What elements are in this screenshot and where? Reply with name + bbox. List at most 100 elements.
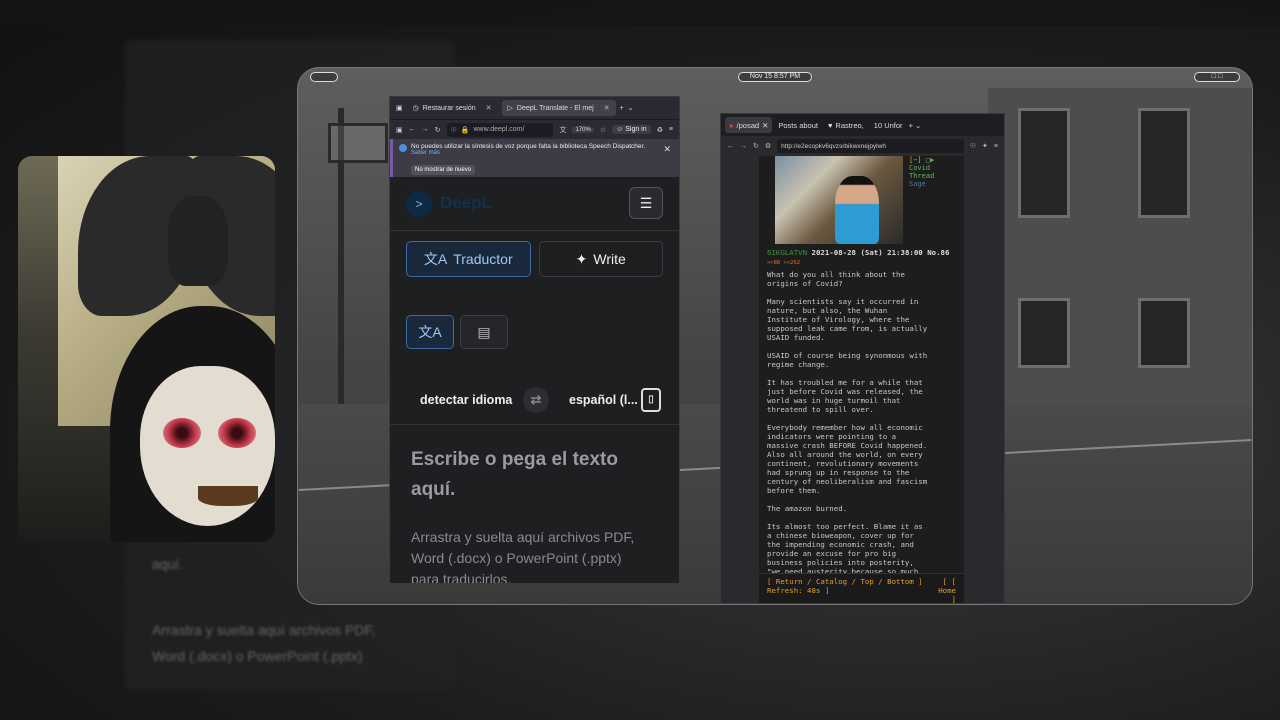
reload-icon[interactable]: ↻: [435, 126, 441, 134]
circuit-icon[interactable]: ⚙: [765, 142, 771, 150]
magic-wand-icon: ✦: [575, 250, 588, 267]
forward-icon[interactable]: →: [422, 126, 429, 133]
tab-favicon-icon: ♥: [827, 120, 833, 130]
sage-label: Sage: [909, 180, 926, 188]
deepl-browser-window: ▣ ◷ Restaurar sesión ✕ ▷ DeepL Translate…: [389, 96, 680, 584]
thread-title-line1: Covid: [909, 164, 931, 172]
activities-button[interactable]: [310, 72, 338, 82]
bookmark-icon[interactable]: ☆: [600, 126, 606, 134]
building-window: [1018, 298, 1070, 368]
tab-favicon-icon: ◷: [412, 105, 419, 112]
thread-footer: [ Return / Catalog / Top / Bottom ] Refr…: [759, 573, 964, 604]
poster-id[interactable]: 6IKGLATVN: [767, 248, 807, 257]
tab-10-unfor[interactable]: 10 Unfor: [870, 117, 907, 133]
sidebar-icon[interactable]: ▣: [396, 126, 403, 134]
tab-label: Posts about: [778, 120, 818, 130]
tab-list-icon[interactable]: ⌄: [628, 104, 634, 112]
post-backlinks[interactable]: >>88 >>262: [767, 260, 800, 266]
post-body: What do you all think about the origins …: [767, 270, 928, 576]
zoom-level[interactable]: 170%: [572, 126, 594, 133]
navigation-bar: ▣ ← → ↻ ☉ 🔒 www.deepl.com/ 文 170% ☆ ☺ Si…: [390, 119, 679, 139]
background-topbar: [0, 0, 1280, 26]
account-icon: ☺: [616, 126, 624, 133]
collapse-toggle[interactable]: [−]: [909, 156, 922, 164]
new-tab-icon[interactable]: +: [909, 121, 913, 130]
tab-overview-icon[interactable]: ▣: [396, 104, 403, 112]
translator-mode-button[interactable]: 文A Traductor: [406, 241, 531, 277]
background-text-1: Arrastra y suelta aquí archivos PDF,: [152, 622, 376, 638]
back-icon[interactable]: ←: [409, 126, 416, 133]
write-label: Write: [593, 251, 626, 267]
tor-url-text: http://e2ecopkv6qvzsrbikwxnejpylwh: [781, 142, 886, 150]
background-text-3: aquí.: [152, 556, 184, 572]
mode-switch: 文A Traductor ✦ Write: [390, 231, 679, 287]
shield-icon[interactable]: ☉: [970, 142, 976, 150]
post-date: 2021-08-28 (Sat) 21:38:00: [811, 248, 923, 257]
source-text-placeholder[interactable]: Escribe o pega el texto aquí.: [411, 445, 651, 505]
home-close-bracket: ]: [951, 595, 956, 604]
building: [988, 88, 1252, 428]
tab-rastreo[interactable]: ♥ Rastreo,: [824, 117, 868, 133]
tab-list-icon[interactable]: ⌄: [915, 121, 921, 130]
menu-icon[interactable]: ≡: [994, 143, 998, 150]
tab-label: /posad: [736, 120, 760, 130]
source-language-select[interactable]: detectar idioma: [420, 393, 512, 407]
sign-in-button[interactable]: ☺ Sign in: [612, 125, 651, 134]
reload-icon[interactable]: ↻: [753, 142, 759, 150]
system-tray[interactable]: □ □: [1194, 72, 1240, 82]
mask-eye-right: [218, 418, 256, 448]
translate-icon: 文A: [418, 324, 442, 340]
translator-label: Traductor: [453, 251, 513, 267]
tab-posad[interactable]: ● /posad ✕: [725, 117, 773, 133]
target-language-select[interactable]: español (l...: [569, 393, 638, 407]
tab-label: Restaurar sesión: [422, 104, 476, 112]
tab-restore-session[interactable]: ◷ Restaurar sesión ✕: [407, 100, 498, 116]
write-mode-button[interactable]: ✦ Write: [538, 241, 663, 277]
mask-mouth: [198, 486, 258, 506]
thread-sidebar: [−] □▶ Covid Thread Sage: [909, 156, 964, 188]
back-icon[interactable]: ←: [727, 143, 734, 150]
url-text: www.deepl.com/: [473, 126, 525, 133]
deepl-logo-icon[interactable]: >: [406, 191, 432, 217]
panel-toggle-icon[interactable]: ▯: [641, 387, 661, 412]
translate-icon[interactable]: 文: [559, 125, 566, 135]
home-link[interactable]: Home: [938, 586, 956, 595]
dont-show-again-button[interactable]: No mostrar de nuevo: [411, 165, 476, 175]
hoop-backboard: [328, 123, 388, 163]
deepl-brand[interactable]: DeepL: [440, 193, 492, 213]
forward-icon[interactable]: →: [740, 143, 747, 150]
close-notification-icon[interactable]: ✕: [663, 144, 671, 155]
cat-figure: [168, 196, 228, 286]
desktop-frame: Nov 15 8:57 PM □ □ ▣ ◷ Restaurar sesión …: [297, 67, 1253, 605]
clock[interactable]: Nov 15 8:57 PM: [738, 72, 812, 82]
new-tab-icon[interactable]: +: [620, 105, 624, 112]
menu-icon[interactable]: ≡: [669, 126, 673, 133]
home-link-group: [ [ Home ]: [938, 577, 956, 604]
text-translate-tab[interactable]: 文A: [406, 315, 454, 349]
tor-url-field[interactable]: http://e2ecopkv6qvzsrbikwxnejpylwh: [777, 139, 964, 153]
thread-nav-links[interactable]: [ Return / Catalog / Top / Bottom ]: [767, 577, 956, 586]
learn-more-link[interactable]: Saber más: [411, 150, 673, 156]
security-icon[interactable]: ✦: [982, 142, 988, 150]
hamburger-menu-button[interactable]: ☰: [629, 187, 663, 219]
close-tab-icon[interactable]: ✕: [762, 121, 768, 130]
url-field[interactable]: ☉ 🔒 www.deepl.com/: [446, 122, 554, 137]
swap-languages-icon[interactable]: ⇄: [523, 386, 549, 413]
sign-in-label: Sign in: [625, 126, 647, 133]
tor-browser-window: ● /posad ✕ Posts about ♥ Rastreo, 10 Unf…: [720, 113, 1005, 604]
extensions-icon[interactable]: ♻: [657, 126, 663, 134]
imageboard-thread: [−] □▶ Covid Thread Sage 6IKGLATVN 2021-…: [759, 156, 964, 604]
tab-favicon-icon: ▷: [507, 105, 513, 112]
thread-title-line2: Thread: [909, 172, 935, 180]
notification-text: No puedes utilizar la síntesis de voz po…: [411, 143, 646, 150]
tab-deepl[interactable]: ▷ DeepL Translate - El mej ✕: [501, 100, 616, 116]
post-number[interactable]: No.86: [927, 248, 949, 257]
tab-posts-about[interactable]: Posts about: [774, 117, 822, 133]
webcam-overlay: [18, 156, 275, 542]
close-tab-icon[interactable]: ✕: [486, 104, 492, 112]
tab-label: 10 Unfor: [873, 120, 903, 130]
post-image[interactable]: [775, 156, 903, 244]
close-tab-icon[interactable]: ✕: [604, 104, 610, 112]
document-translate-tab[interactable]: ▤: [460, 315, 508, 349]
tab-favicon-icon: ●: [729, 120, 734, 130]
